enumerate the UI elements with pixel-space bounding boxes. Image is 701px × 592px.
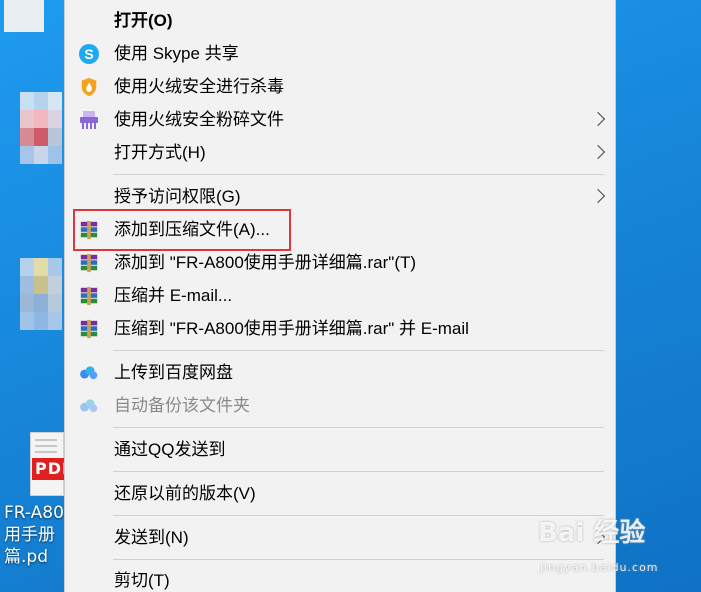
menu-separator: [113, 471, 604, 472]
baidu-jingyan-watermark: Bai 经验: [538, 518, 646, 548]
menu-item-label: 使用 Skype 共享: [114, 44, 239, 63]
menu-separator: [113, 559, 604, 560]
baidu-netdisk-icon: [80, 399, 98, 413]
winrar-icon: [80, 319, 98, 339]
menu-item-upload-baidu[interactable]: 上传到百度网盘: [65, 356, 615, 389]
menu-item-open[interactable]: 打开(O): [65, 4, 615, 37]
menu-separator: [113, 515, 604, 516]
menu-item-label: 上传到百度网盘: [114, 363, 233, 382]
menu-item-label: 添加到 "FR-A800使用手册详细篇.rar"(T): [114, 253, 417, 272]
watermark-url: jingyan.baidu.com: [540, 561, 659, 574]
baidu-netdisk-icon: [80, 366, 98, 380]
file-label-line-1: FR-A80: [4, 503, 64, 523]
chevron-right-icon: [590, 144, 606, 160]
menu-separator: [113, 174, 604, 175]
huorong-shield-icon: [81, 77, 97, 97]
file-label-line-3: 篇.pd: [4, 547, 48, 567]
menu-item-add-to-rar[interactable]: 添加到 "FR-A800使用手册详细篇.rar"(T): [65, 246, 615, 279]
menu-item-skype-share[interactable]: S 使用 Skype 共享: [65, 37, 615, 70]
menu-item-restore-versions[interactable]: 还原以前的版本(V): [65, 477, 615, 510]
menu-separator: [113, 427, 604, 428]
menu-item-label: 压缩到 "FR-A800使用手册详细篇.rar" 并 E-mail: [114, 319, 469, 338]
menu-item-label: 使用火绒安全粉碎文件: [114, 110, 284, 129]
skype-icon: S: [79, 44, 99, 64]
menu-item-send-to[interactable]: 发送到(N): [65, 521, 615, 554]
pdf-file-icon[interactable]: PDF: [20, 432, 73, 498]
menu-item-huorong-scan[interactable]: 使用火绒安全进行杀毒: [65, 70, 615, 103]
menu-item-label: 使用火绒安全进行杀毒: [114, 77, 284, 96]
menu-item-compress-to-rar-email[interactable]: 压缩到 "FR-A800使用手册详细篇.rar" 并 E-mail: [65, 312, 615, 345]
pdf-badge: PDF: [32, 458, 73, 480]
menu-separator: [113, 350, 604, 351]
menu-item-label: 通过QQ发送到: [114, 440, 226, 459]
blurred-desktop-icon-2: [20, 258, 64, 348]
menu-item-label: 打开(O): [114, 11, 173, 30]
pdf-file-label[interactable]: FR-A80 用手册 篇.pd: [4, 502, 64, 568]
menu-item-label: 压缩并 E-mail...: [114, 286, 233, 305]
chevron-right-icon: [590, 111, 606, 127]
menu-item-label: 剪切(T): [114, 571, 170, 590]
menu-item-label: 还原以前的版本(V): [114, 484, 256, 503]
shredder-icon: [80, 111, 98, 129]
menu-item-label: 发送到(N): [114, 528, 189, 547]
winrar-icon: [80, 253, 98, 273]
menu-item-cut[interactable]: 剪切(T): [65, 564, 615, 592]
menu-item-huorong-shred[interactable]: 使用火绒安全粉碎文件: [65, 103, 615, 136]
blurred-desktop-icon-top: [0, 0, 64, 40]
blurred-desktop-icon-1: [20, 92, 64, 182]
menu-item-send-via-qq[interactable]: 通过QQ发送到: [65, 433, 615, 466]
file-label-line-2: 用手册: [4, 525, 55, 545]
menu-item-auto-backup[interactable]: 自动备份该文件夹: [65, 389, 615, 422]
context-menu: 打开(O) S 使用 Skype 共享 使用火绒安全进行杀毒 使用火绒安全粉碎文…: [64, 0, 616, 592]
menu-item-label: 自动备份该文件夹: [114, 396, 250, 415]
menu-item-compress-email[interactable]: 压缩并 E-mail...: [65, 279, 615, 312]
menu-item-label: 打开方式(H): [114, 143, 206, 162]
highlight-box: [73, 209, 291, 251]
winrar-icon: [80, 286, 98, 306]
menu-item-open-with[interactable]: 打开方式(H): [65, 136, 615, 169]
chevron-right-icon: [590, 188, 606, 204]
